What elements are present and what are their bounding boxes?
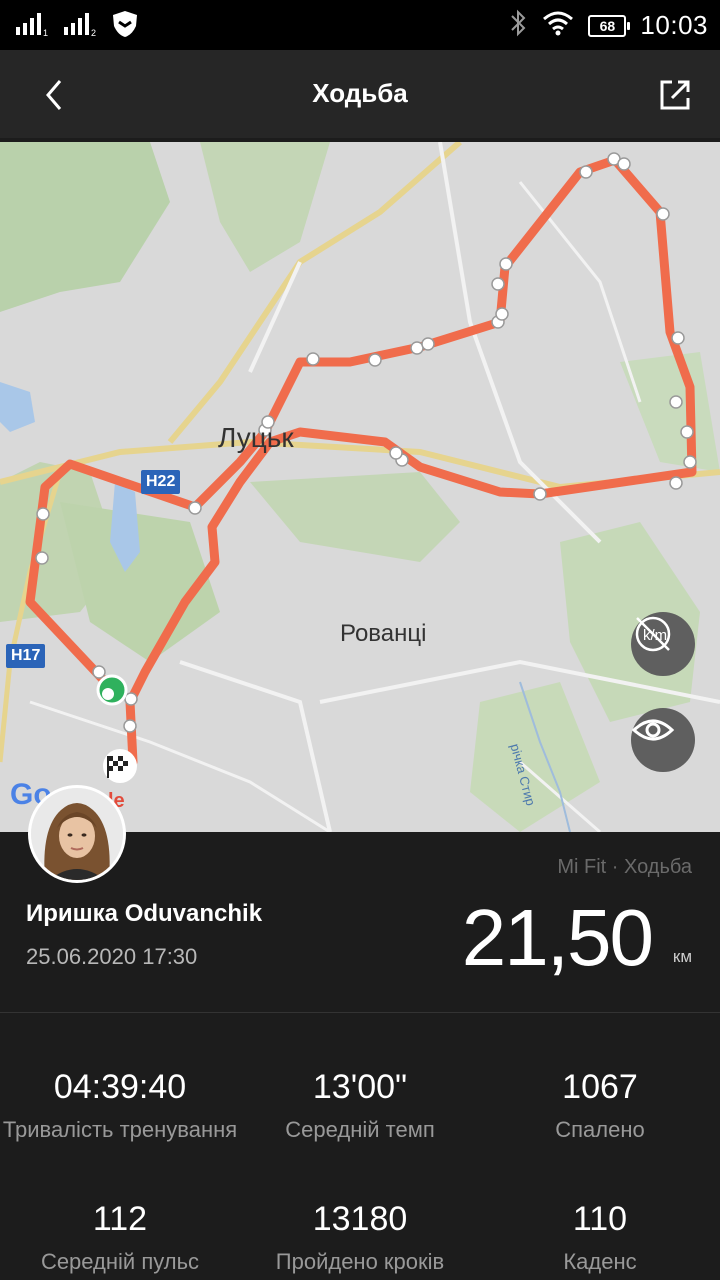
signal-1-icon: 1 (16, 11, 50, 42)
stat-steps: 13180 Пройдено кроків (240, 1200, 480, 1275)
svg-text:1: 1 (43, 28, 48, 37)
stat-value: 04:39:40 (53, 1068, 187, 1106)
stat-label: Середній пульс (40, 1249, 200, 1274)
user-name: Иришка Oduvanchik (26, 900, 263, 927)
stat-label: Спалено (555, 1117, 645, 1142)
stat-label: Каденс (563, 1249, 637, 1274)
hide-distance-button[interactable]: k/m (631, 612, 695, 676)
clock: 10:03 (640, 10, 708, 40)
source-label: Mi Fit · Ходьба (557, 856, 692, 878)
app-bar: Ходьба (0, 50, 720, 138)
avatar[interactable] (28, 785, 126, 883)
wifi-icon (542, 10, 574, 41)
stat-label: Середній темп (285, 1117, 435, 1142)
eye-icon (631, 719, 675, 741)
visibility-button[interactable] (631, 708, 695, 772)
divider (0, 1012, 720, 1013)
battery-level: 68 (599, 17, 616, 34)
share-button[interactable] (658, 78, 692, 112)
user-photo (31, 788, 123, 880)
route-badge-h22: H22 (141, 470, 181, 494)
workout-summary-panel: Mi Fit · Ходьба Иришка Oduvanchik 25.06.… (0, 832, 720, 1280)
map-area-label: Рованці (340, 620, 427, 647)
bluetooth-icon (508, 8, 528, 43)
stat-value: 13180 (312, 1200, 408, 1238)
distance-unit: км (672, 947, 692, 966)
stat-value: 112 (92, 1200, 148, 1238)
route-map[interactable]: Луцьк Рованці річка Стир H22 H17 Go le k… (0, 142, 720, 832)
km-off-icon: k/m (635, 616, 671, 652)
stat-calories: 1067 Спалено (480, 1068, 720, 1143)
stat-pace: 13'00" Середній темп (240, 1068, 480, 1143)
signal-2-icon: 2 (64, 11, 98, 42)
route-badge-h17: H17 (6, 644, 46, 668)
stat-cadence: 110 Каденс (480, 1200, 720, 1275)
status-bar: 1 2 68 10:03 (0, 0, 720, 50)
workout-datetime: 25.06.2020 17:30 (26, 944, 198, 969)
distance-value: 21,50 (461, 893, 654, 982)
stat-heart-rate: 112 Середній пульс (0, 1200, 240, 1275)
stat-label: Тривалість тренування (2, 1117, 238, 1142)
stat-value: 110 (572, 1200, 628, 1238)
share-icon (660, 80, 690, 110)
stat-label: Пройдено кроків (275, 1249, 445, 1274)
shield-icon (112, 10, 138, 43)
stat-value: 13'00" (312, 1068, 408, 1106)
stat-value: 1067 (562, 1068, 638, 1106)
map-canvas (0, 142, 720, 832)
page-title: Ходьба (312, 78, 408, 108)
battery-icon: 68 (588, 14, 631, 37)
svg-text:2: 2 (91, 28, 96, 37)
stat-duration: 04:39:40 Тривалість тренування (0, 1068, 240, 1143)
map-city-label: Луцьк (218, 422, 294, 453)
